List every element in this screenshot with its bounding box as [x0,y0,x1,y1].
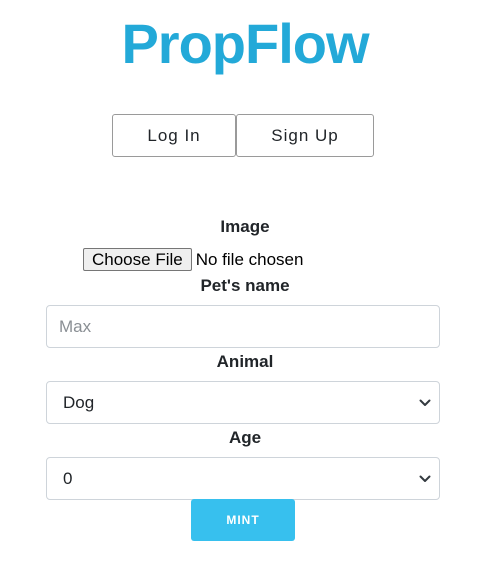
animal-select[interactable]: Dog [46,381,440,424]
signup-button[interactable]: Sign Up [236,114,374,157]
file-input: Choose File No file chosen [83,248,303,271]
file-status-text: No file chosen [195,249,304,269]
age-select-value: 0 [63,468,73,488]
age-label: Age [228,428,262,447]
animal-select-value: Dog [63,392,95,412]
choose-file-button[interactable]: Choose File [83,248,192,271]
mint-button[interactable]: MINT [191,499,295,541]
auth-buttons: Log In Sign Up [112,114,374,157]
age-select[interactable]: 0 [46,457,440,500]
image-label: Image [220,217,270,236]
chevron-down-icon [419,473,431,485]
brand-logo-text: PropFlow [121,12,369,75]
login-button[interactable]: Log In [112,114,236,157]
pet-name-label: Pet's name [200,276,290,295]
animal-label: Animal [216,352,274,371]
pet-name-input[interactable] [46,305,440,348]
chevron-down-icon [419,397,431,409]
